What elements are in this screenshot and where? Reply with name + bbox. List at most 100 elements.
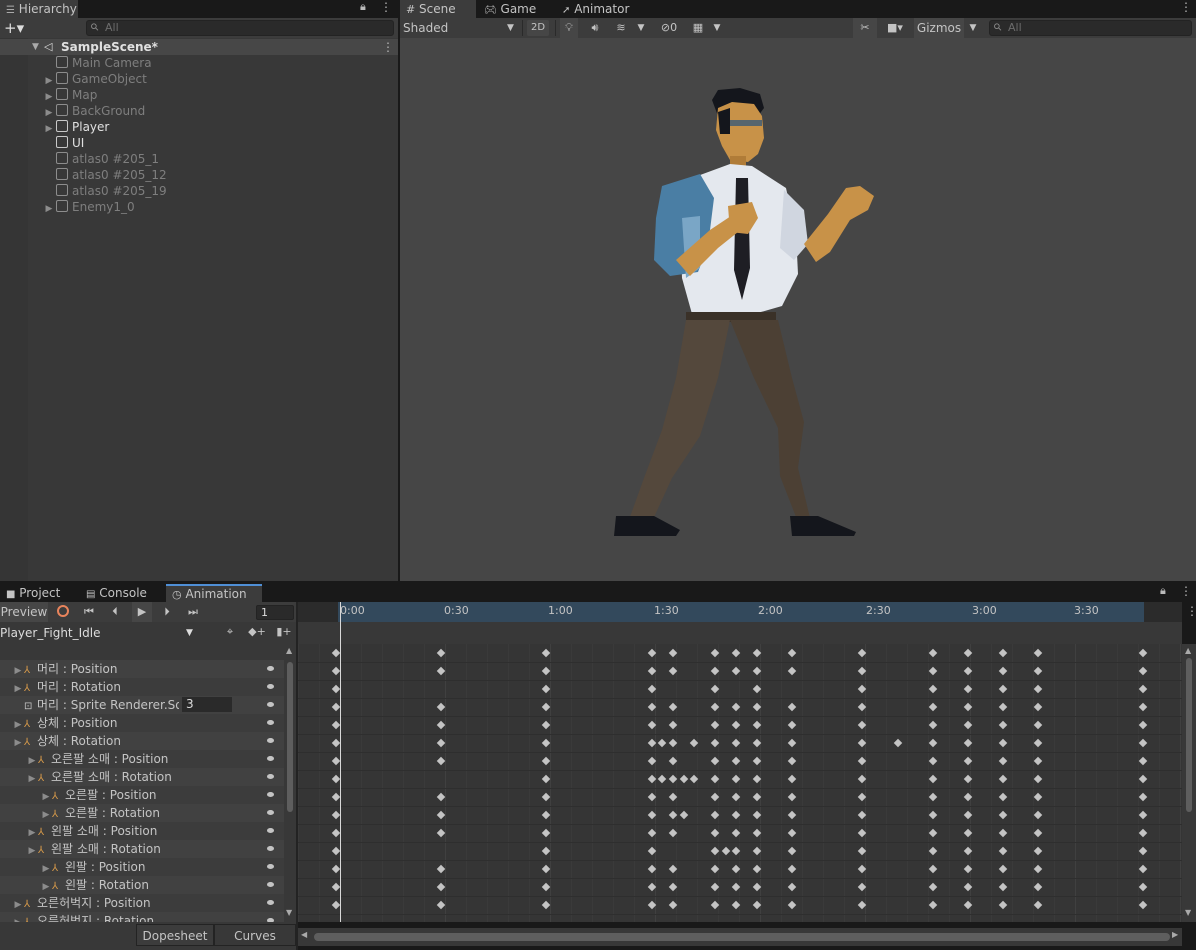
keyframe[interactable] (331, 792, 341, 802)
record-dot-icon[interactable] (267, 702, 274, 707)
keyframe[interactable] (998, 828, 1008, 838)
keyframe[interactable] (436, 702, 446, 712)
scrollbar-thumb[interactable] (1186, 658, 1192, 812)
keyframe[interactable] (657, 774, 667, 784)
keyframe[interactable] (928, 828, 938, 838)
keyframe[interactable] (1138, 774, 1148, 784)
keyframe[interactable] (657, 738, 667, 748)
keyframe[interactable] (541, 756, 551, 766)
scrollbar-thumb[interactable] (287, 662, 293, 812)
keyframe[interactable] (998, 900, 1008, 910)
keyframe[interactable] (1033, 738, 1043, 748)
keyframe[interactable] (787, 792, 797, 802)
hierarchy-item-map[interactable]: ▶ Map (28, 87, 97, 103)
keyframe[interactable] (928, 900, 938, 910)
keyframe[interactable] (928, 864, 938, 874)
camera-icon[interactable]: ■▾ (880, 18, 910, 38)
keyframe[interactable] (541, 684, 551, 694)
keyframe[interactable] (541, 846, 551, 856)
audio-icon[interactable]: 🔊︎ (586, 18, 604, 38)
keyframe[interactable] (331, 864, 341, 874)
next-keyframe-icon[interactable]: ⏵ (158, 602, 176, 622)
last-keyframe-icon[interactable]: ⏭ (184, 602, 202, 622)
keyframe[interactable] (1138, 828, 1148, 838)
track-row[interactable]: ▶ ⅄ 오른팔 : Position (0, 786, 284, 804)
keyframe[interactable] (331, 828, 341, 838)
events-row[interactable] (298, 622, 1182, 656)
frame-input[interactable]: 1 (256, 605, 294, 620)
chevron-down-icon[interactable]: ▼ (634, 18, 648, 38)
keyframe[interactable] (541, 810, 551, 820)
keyframe[interactable] (331, 648, 341, 658)
record-dot-icon[interactable] (267, 666, 274, 671)
keyframe[interactable] (541, 720, 551, 730)
record-dot-icon[interactable] (267, 684, 274, 689)
keyframe[interactable] (331, 810, 341, 820)
hierarchy-item-background[interactable]: ▶ BackGround (28, 103, 145, 119)
keyframe[interactable] (1033, 684, 1043, 694)
shading-mode-dropdown[interactable]: Shaded ▼ (403, 18, 519, 38)
chevron-down-icon[interactable]: ▼ (32, 39, 39, 55)
keyframe[interactable] (1033, 720, 1043, 730)
keyframe[interactable] (331, 756, 341, 766)
hierarchy-item-atlas-19[interactable]: atlas0 #205_19 (28, 183, 167, 199)
scroll-up-icon[interactable]: ▲ (1185, 646, 1191, 655)
keyframe[interactable] (1033, 774, 1043, 784)
keyframe[interactable] (679, 774, 689, 784)
keyframe[interactable] (928, 666, 938, 676)
timeline-ruler[interactable]: 0:00 0:30 1:00 1:30 2:00 2:30 3:00 3:30 (298, 602, 1182, 622)
tab-hierarchy[interactable]: ☰ Hierarchy (0, 0, 78, 18)
filter-by-selection-icon[interactable]: ⌖ (220, 622, 240, 642)
keyframe[interactable] (541, 666, 551, 676)
keyframe[interactable] (436, 720, 446, 730)
track-row[interactable]: ▶ ⅄ 오른팔 : Rotation (0, 804, 284, 822)
keyframe[interactable] (1033, 810, 1043, 820)
keyframe[interactable] (928, 738, 938, 748)
keyframe[interactable] (1138, 900, 1148, 910)
keyframe[interactable] (1138, 846, 1148, 856)
keyframe[interactable] (436, 666, 446, 676)
keyframe[interactable] (1138, 810, 1148, 820)
keyframe[interactable] (928, 648, 938, 658)
keyframe[interactable] (787, 846, 797, 856)
keyframe[interactable] (787, 648, 797, 658)
gizmos-button[interactable]: Gizmos (914, 18, 964, 38)
tab-scene[interactable]: # Scene (400, 0, 476, 18)
keyframe[interactable] (541, 792, 551, 802)
lock-icon[interactable]: 🔒︎ (1160, 584, 1166, 598)
track-list-scrollbar[interactable]: ▲ ▼ (284, 644, 296, 922)
keyframe[interactable] (998, 738, 1008, 748)
scene-viewport[interactable] (400, 38, 1196, 581)
keyframe[interactable] (331, 702, 341, 712)
keyframe[interactable] (1138, 864, 1148, 874)
chevron-right-icon[interactable]: ▶ (42, 201, 56, 217)
dopesheet-tab[interactable]: Dopesheet (136, 924, 214, 946)
add-event-icon[interactable]: ▮+ (274, 622, 294, 642)
lock-icon[interactable]: 🔒︎ (360, 0, 366, 14)
keyframe[interactable] (436, 738, 446, 748)
keyframe[interactable] (1138, 792, 1148, 802)
hierarchy-item-main-camera[interactable]: Main Camera (28, 55, 152, 71)
keyframe[interactable] (1033, 882, 1043, 892)
keyframe[interactable] (436, 810, 446, 820)
keyframe[interactable] (787, 810, 797, 820)
keyframe[interactable] (998, 810, 1008, 820)
keyframe[interactable] (436, 792, 446, 802)
keyframe[interactable] (928, 846, 938, 856)
track-row[interactable]: ▶ ⅄ 오른팔 소매 : Position (0, 750, 284, 768)
more-menu-icon[interactable]: ⋮ (380, 0, 392, 14)
clip-dropdown[interactable]: Player_Fight_Idle ▼ (0, 624, 200, 642)
add-keyframe-icon[interactable]: ◆+ (246, 622, 268, 642)
scroll-down-icon[interactable]: ▼ (286, 908, 292, 917)
keyframe[interactable] (1138, 756, 1148, 766)
track-row[interactable]: ▶ ⅄ 머리 : Rotation (0, 678, 284, 696)
keyframe[interactable] (1033, 756, 1043, 766)
hierarchy-item-gameobject[interactable]: ▶ GameObject (28, 71, 147, 87)
chevron-down-icon[interactable]: ▼ (710, 18, 724, 38)
keyframe[interactable] (998, 756, 1008, 766)
hierarchy-item-atlas-1[interactable]: atlas0 #205_1 (28, 151, 159, 167)
hierarchy-item-enemy1[interactable]: ▶ Enemy1_0 (28, 199, 135, 215)
keyframe[interactable] (787, 864, 797, 874)
keyframe[interactable] (1033, 900, 1043, 910)
first-keyframe-icon[interactable]: ⏮ (80, 602, 98, 622)
